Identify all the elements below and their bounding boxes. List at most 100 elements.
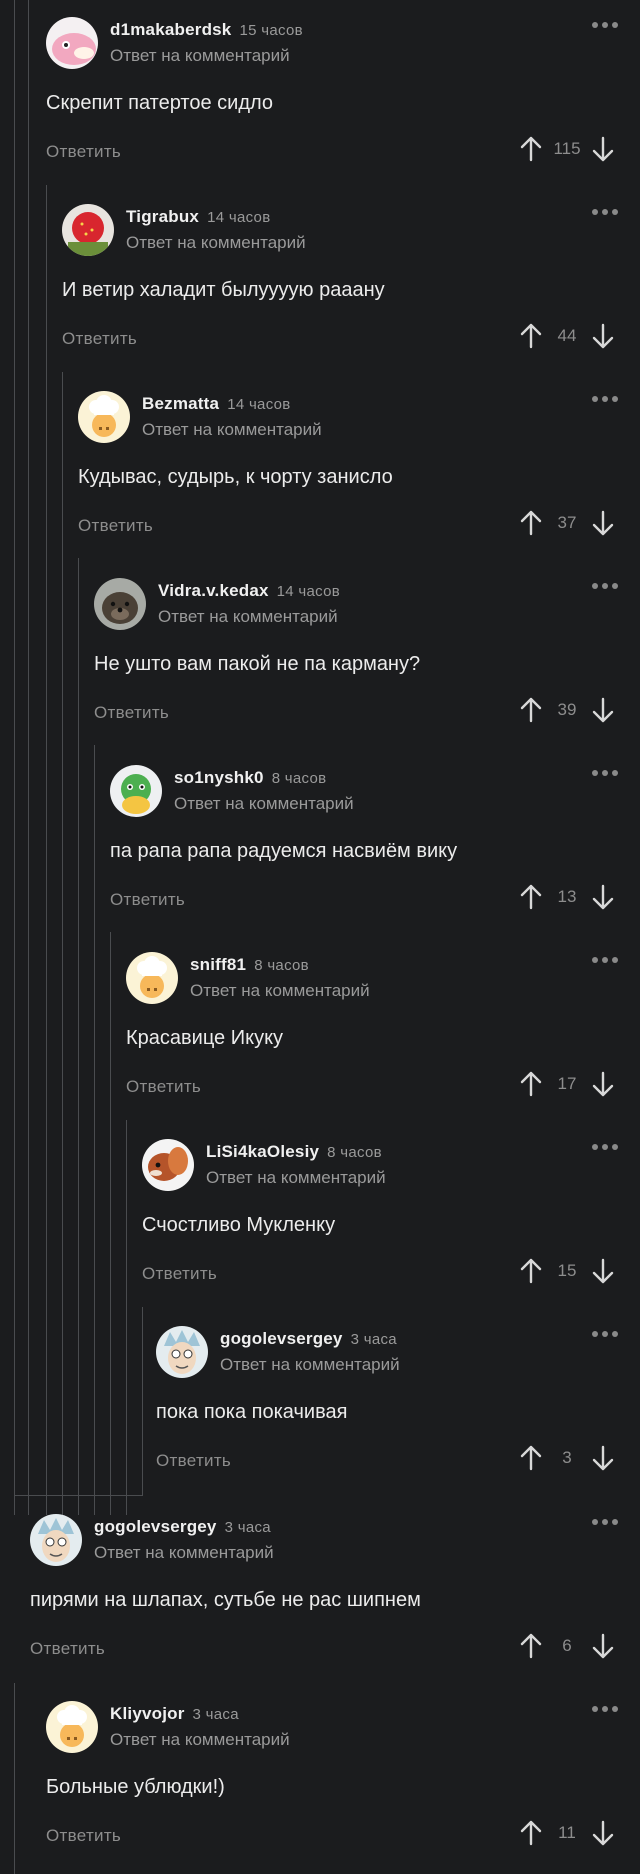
thread-line — [28, 1495, 29, 1515]
strawberry-avatar[interactable] — [62, 204, 114, 256]
more-options-icon[interactable] — [592, 1706, 618, 1712]
upvote-arrow-icon[interactable] — [516, 134, 546, 164]
downvote-arrow-icon[interactable] — [588, 882, 618, 912]
reply-button[interactable]: Ответить — [46, 1826, 121, 1846]
username[interactable]: Tigrabux 14 часов — [126, 207, 270, 227]
more-options-icon[interactable] — [592, 396, 618, 402]
rick-avatar[interactable] — [156, 1326, 208, 1378]
reply-button[interactable]: Ответить — [78, 516, 153, 536]
username-text[interactable]: Tigrabux — [126, 207, 199, 226]
more-options-icon[interactable] — [592, 209, 618, 215]
dragon-avatar[interactable] — [110, 765, 162, 817]
username[interactable]: gogolevsergey 3 часа — [94, 1517, 271, 1537]
username[interactable]: gogolevsergey 3 часа — [220, 1329, 397, 1349]
default-chef-avatar[interactable] — [78, 391, 130, 443]
score: 44 — [557, 326, 577, 345]
reply-button[interactable]: Ответить — [142, 1264, 217, 1284]
more-options-icon[interactable] — [592, 770, 618, 776]
reply-note[interactable]: Ответ на комментарий — [158, 607, 338, 627]
reply-note[interactable]: Ответ на комментарий — [110, 46, 290, 66]
upvote-arrow-icon[interactable] — [516, 1818, 546, 1848]
comment-text: Больные ублюдки!) — [46, 1776, 225, 1798]
reply-button[interactable]: Ответить — [94, 703, 169, 723]
reply-note[interactable]: Ответ на комментарий — [174, 794, 354, 814]
reply-button[interactable]: Ответить — [156, 1451, 231, 1471]
reply-note[interactable]: Ответ на комментарий — [206, 1168, 386, 1188]
upvote-arrow-icon[interactable] — [516, 508, 546, 538]
squirrel-avatar[interactable] — [142, 1139, 194, 1191]
username-text[interactable]: Bezmatta — [142, 394, 219, 413]
more-options-icon[interactable] — [592, 1144, 618, 1150]
reply-note[interactable]: Ответ на комментарий — [94, 1543, 274, 1563]
reply-note[interactable]: Ответ на комментарий — [126, 233, 306, 253]
default-chef-avatar[interactable] — [46, 1701, 98, 1753]
score: 6 — [562, 1636, 572, 1655]
reply-button[interactable]: Ответить — [110, 890, 185, 910]
reply-button[interactable]: Ответить — [62, 329, 137, 349]
score: 15 — [557, 1261, 577, 1280]
downvote-arrow-icon[interactable] — [588, 1443, 618, 1473]
score: 37 — [557, 513, 577, 532]
username-text[interactable]: sniff81 — [190, 955, 246, 974]
score: 115 — [553, 139, 581, 158]
username[interactable]: Bezmatta 14 часов — [142, 394, 291, 414]
username-text[interactable]: so1nyshk0 — [174, 768, 264, 787]
upvote-arrow-icon[interactable] — [516, 695, 546, 725]
vote-controls: 39 — [516, 695, 618, 725]
downvote-arrow-icon[interactable] — [588, 695, 618, 725]
upvote-arrow-icon[interactable] — [516, 1631, 546, 1661]
comment-text: па рапа рапа радуемся насвиём вику — [110, 840, 458, 862]
username-text[interactable]: Kliyvojor — [110, 1704, 185, 1723]
reply-button[interactable]: Ответить — [46, 142, 121, 162]
username[interactable]: LiSi4kaOlesiy 8 часов — [206, 1142, 382, 1162]
username[interactable]: Vidra.v.kedax 14 часов — [158, 581, 340, 601]
comment-time: 3 часа — [224, 1519, 271, 1536]
reply-note[interactable]: Ответ на комментарий — [220, 1355, 400, 1375]
downvote-arrow-icon[interactable] — [588, 508, 618, 538]
username[interactable]: so1nyshk0 8 часов — [174, 768, 326, 788]
comment: Bezmatta 14 часов Ответ на комментарий Ку… — [78, 374, 618, 554]
vote-controls: 11 — [516, 1818, 618, 1848]
username-text[interactable]: gogolevsergey — [94, 1517, 217, 1536]
username[interactable]: d1makaberdsk 15 часов — [110, 20, 303, 40]
username-text[interactable]: gogolevsergey — [220, 1329, 343, 1348]
reply-note[interactable]: Ответ на комментарий — [142, 420, 322, 440]
reply-button[interactable]: Ответить — [126, 1077, 201, 1097]
score: 3 — [562, 1448, 572, 1467]
downvote-arrow-icon[interactable] — [588, 1256, 618, 1286]
comment: gogolevsergey 3 часа Ответ на комментарий… — [30, 1497, 618, 1677]
slowpoke-avatar[interactable] — [46, 17, 98, 69]
comment-text: пока пока покачивая — [156, 1401, 348, 1423]
comment-time: 8 часов — [271, 770, 327, 787]
username[interactable]: Kliyvojor 3 часа — [110, 1704, 239, 1724]
default-chef-avatar[interactable] — [126, 952, 178, 1004]
more-options-icon[interactable] — [592, 22, 618, 28]
more-options-icon[interactable] — [592, 1331, 618, 1337]
more-options-icon[interactable] — [592, 583, 618, 589]
more-options-icon[interactable] — [592, 957, 618, 963]
comment: so1nyshk0 8 часов Ответ на комментарий па… — [110, 748, 618, 928]
downvote-arrow-icon[interactable] — [588, 1069, 618, 1099]
more-options-icon[interactable] — [592, 1519, 618, 1525]
otter-avatar[interactable] — [94, 578, 146, 630]
downvote-arrow-icon[interactable] — [588, 134, 618, 164]
upvote-arrow-icon[interactable] — [516, 882, 546, 912]
reply-note[interactable]: Ответ на комментарий — [190, 981, 370, 1001]
downvote-arrow-icon[interactable] — [588, 321, 618, 351]
username[interactable]: sniff81 8 часов — [190, 955, 309, 975]
score: 39 — [557, 700, 577, 719]
upvote-arrow-icon[interactable] — [516, 1256, 546, 1286]
upvote-arrow-icon[interactable] — [516, 1443, 546, 1473]
downvote-arrow-icon[interactable] — [588, 1631, 618, 1661]
username-text[interactable]: LiSi4kaOlesiy — [206, 1142, 319, 1161]
thread-line — [14, 1683, 15, 1874]
username-text[interactable]: Vidra.v.kedax — [158, 581, 269, 600]
username-text[interactable]: d1makaberdsk — [110, 20, 231, 39]
upvote-arrow-icon[interactable] — [516, 321, 546, 351]
reply-note[interactable]: Ответ на комментарий — [110, 1730, 290, 1750]
upvote-arrow-icon[interactable] — [516, 1069, 546, 1099]
score: 11 — [558, 1823, 576, 1842]
reply-button[interactable]: Ответить — [30, 1639, 105, 1659]
downvote-arrow-icon[interactable] — [588, 1818, 618, 1848]
rick-avatar[interactable] — [30, 1514, 82, 1566]
